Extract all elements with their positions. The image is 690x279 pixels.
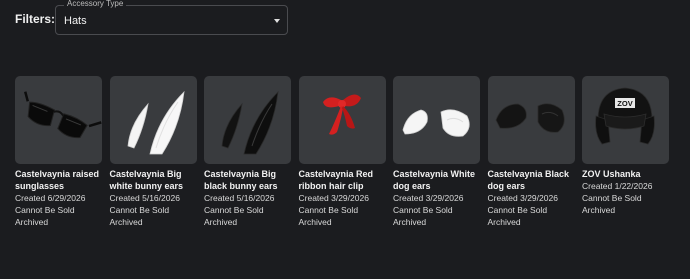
item-sale-status: Cannot Be Sold bbox=[487, 205, 548, 215]
item-state: Archived bbox=[487, 217, 521, 227]
item-thumbnail bbox=[15, 76, 102, 164]
item-state: Archived bbox=[15, 217, 49, 227]
white-dog-ears-icon bbox=[402, 109, 470, 137]
item-thumbnail bbox=[109, 76, 197, 164]
accessories-page: Filters: Accessory Type Hats Castelvayni… bbox=[0, 0, 690, 279]
item-created-date: Created 3/29/2026 bbox=[393, 193, 464, 203]
item-thumbnail: ZOV bbox=[582, 76, 669, 164]
red-ribbon-icon bbox=[322, 94, 361, 135]
black-bunny-ears-icon bbox=[221, 90, 279, 155]
item-thumbnail bbox=[487, 76, 575, 164]
accessory-type-value: Hats bbox=[64, 15, 87, 27]
item-sale-status: Cannot Be Sold bbox=[393, 205, 453, 215]
caret-down-icon bbox=[274, 19, 280, 23]
item-created-date: Created 5/16/2026 bbox=[109, 193, 180, 203]
item-thumbnail bbox=[204, 76, 291, 164]
item-created-date: Created 5/16/2026 bbox=[204, 193, 275, 203]
item-state: Archived bbox=[393, 217, 427, 227]
item-name: Castelvaynia Big black bunny ears bbox=[204, 169, 278, 191]
item-sale-status: Cannot Be Sold bbox=[109, 205, 170, 215]
item-thumbnail bbox=[298, 76, 386, 164]
item-created-date: Created 3/29/2026 bbox=[487, 193, 558, 203]
item-created-date: Created 3/29/2026 bbox=[298, 193, 369, 203]
white-bunny-ears-icon bbox=[127, 90, 185, 155]
item-created-date: Created 6/29/2026 bbox=[15, 193, 86, 203]
item-name: ZOV Ushanka bbox=[582, 169, 641, 179]
item-state: Archived bbox=[109, 217, 143, 227]
item-sale-status: Cannot Be Sold bbox=[582, 193, 642, 203]
ushanka-hat-icon: ZOV bbox=[595, 87, 655, 145]
item-created-date: Created 1/22/2026 bbox=[582, 181, 653, 191]
sunglasses-icon bbox=[24, 91, 102, 139]
item-name: Castelvaynia Big white bunny ears bbox=[109, 169, 184, 191]
accessory-card[interactable]: Castelvaynia Big white bunny ears Create… bbox=[109, 76, 197, 228]
item-sale-status: Cannot Be Sold bbox=[15, 205, 75, 215]
accessory-type-select[interactable]: Accessory Type Hats bbox=[55, 0, 288, 35]
item-thumbnail bbox=[393, 76, 480, 164]
accessory-card[interactable]: Castelvaynia Big black bunny ears Create… bbox=[204, 76, 291, 228]
accessory-card[interactable]: Castelvaynia Red ribbon hair clip Create… bbox=[298, 76, 386, 228]
item-sale-status: Cannot Be Sold bbox=[204, 205, 264, 215]
accessory-card[interactable]: Castelvaynia raised sunglasses Created 6… bbox=[15, 76, 102, 228]
item-name: Castelvaynia Black dog ears bbox=[487, 169, 570, 191]
item-state: Archived bbox=[582, 205, 616, 215]
item-state: Archived bbox=[204, 217, 238, 227]
accessory-type-label: Accessory Type bbox=[64, 0, 127, 8]
black-dog-ears-icon bbox=[495, 103, 565, 133]
accessory-card[interactable]: Castelvaynia Black dog ears Created 3/29… bbox=[487, 76, 575, 228]
item-sale-status: Cannot Be Sold bbox=[298, 205, 359, 215]
filters-label: Filters: bbox=[15, 12, 56, 26]
hat-badge-text: ZOV bbox=[617, 99, 632, 108]
accessory-card[interactable]: ZOV ZOV Ushanka Created 1/22/2026 Cannot… bbox=[582, 76, 669, 216]
item-name: Castelvaynia White dog ears bbox=[393, 169, 476, 191]
item-name: Castelvaynia raised sunglasses bbox=[15, 169, 100, 191]
item-state: Archived bbox=[298, 217, 332, 227]
item-name: Castelvaynia Red ribbon hair clip bbox=[298, 169, 374, 191]
accessory-card[interactable]: Castelvaynia White dog ears Created 3/29… bbox=[393, 76, 480, 228]
